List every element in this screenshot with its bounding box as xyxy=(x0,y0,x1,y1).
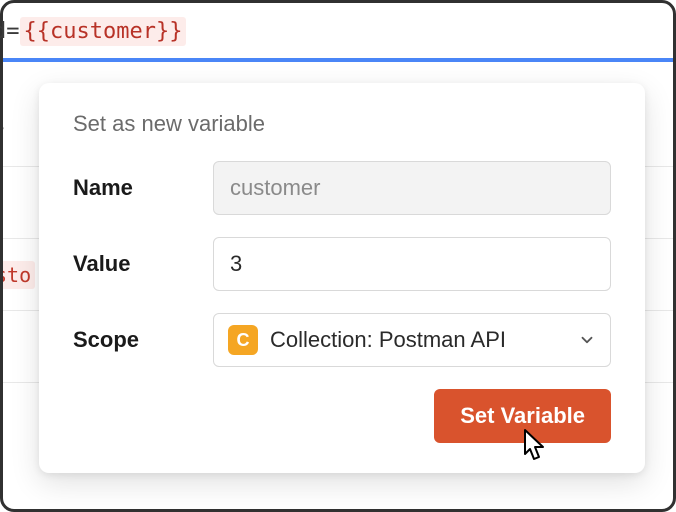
collection-badge-icon: C xyxy=(228,325,258,355)
value-label: Value xyxy=(73,251,213,277)
variable-token[interactable]: {{customer}} xyxy=(20,17,187,46)
url-bar[interactable]: d= {{customer}} xyxy=(3,3,673,61)
active-tab-underline xyxy=(3,58,673,62)
value-input[interactable] xyxy=(213,237,611,291)
name-input[interactable]: customer xyxy=(213,161,611,215)
url-prefix: d= xyxy=(0,19,20,44)
scope-label: Scope xyxy=(73,327,213,353)
scope-select[interactable]: C Collection: Postman API xyxy=(213,313,611,367)
bg-variable-chip: sto xyxy=(3,261,35,289)
bg-text: e-r xyxy=(3,119,4,143)
name-label: Name xyxy=(73,175,213,201)
popover-title: Set as new variable xyxy=(73,111,611,137)
scope-selected-text: Collection: Postman API xyxy=(270,327,566,353)
chevron-down-icon xyxy=(578,331,596,349)
set-variable-popover: Set as new variable Name customer Value … xyxy=(39,83,645,473)
set-variable-button[interactable]: Set Variable xyxy=(434,389,611,443)
